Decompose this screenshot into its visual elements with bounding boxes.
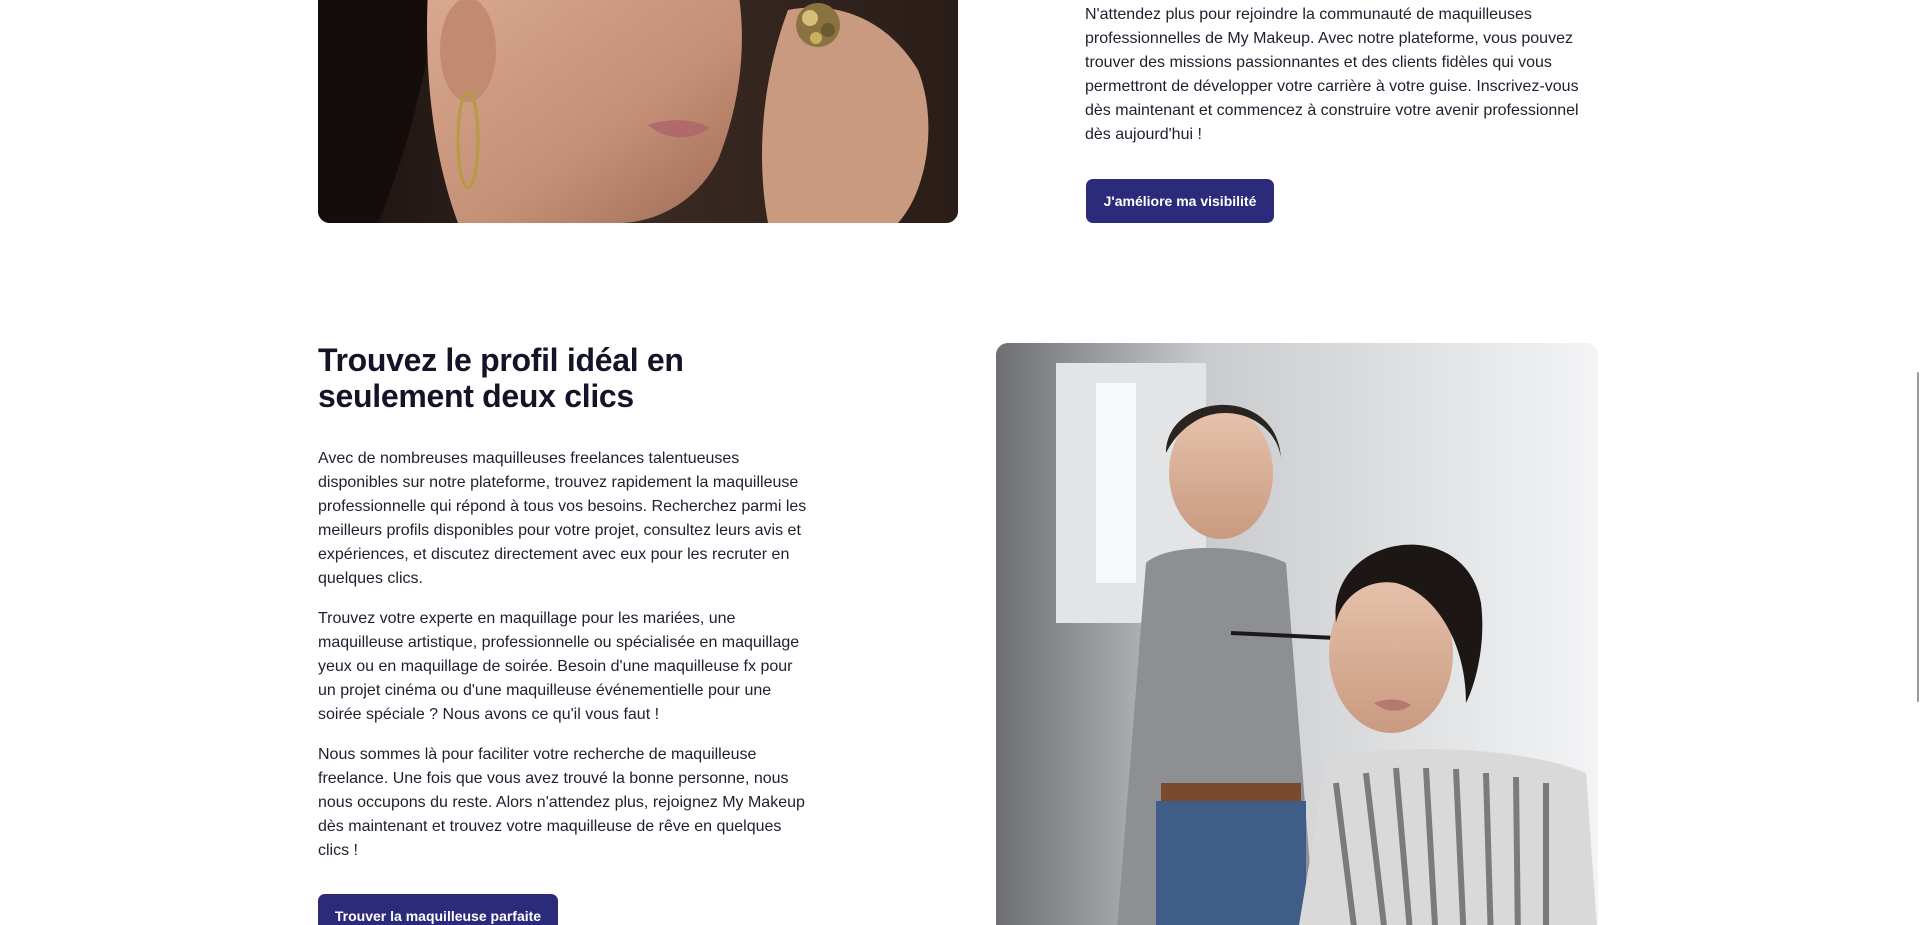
section-title: Trouvez le profil idéal en seulement deu… — [318, 342, 684, 414]
makeup-closeup-image — [318, 0, 958, 223]
profile-paragraph-1: Avec de nombreuses maquilleuses freelanc… — [318, 450, 807, 587]
makeup-artist-image — [996, 343, 1598, 925]
scrollbar[interactable] — [1916, 0, 1920, 925]
find-makeup-artist-button[interactable]: Trouver la maquilleuse parfaite — [318, 894, 558, 925]
scrollbar-thumb[interactable] — [1917, 372, 1919, 702]
profile-paragraph-3: Nous sommes là pour faciliter votre rech… — [318, 746, 805, 859]
improve-visibility-button[interactable]: J'améliore ma visibilité — [1086, 179, 1274, 223]
page: N'attendez plus pour rejoindre la commun… — [0, 0, 1920, 925]
community-paragraph: N'attendez plus pour rejoindre la commun… — [1085, 6, 1579, 143]
profile-paragraph-2: Trouvez votre experte en maquillage pour… — [318, 610, 800, 723]
